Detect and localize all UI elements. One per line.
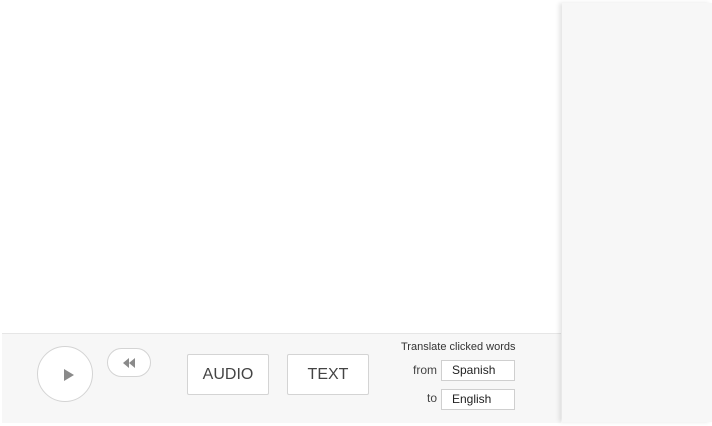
- from-label: from: [413, 363, 437, 377]
- audio-button[interactable]: AUDIO: [187, 354, 269, 395]
- content-area: [0, 0, 561, 333]
- translate-title: Translate clicked words: [401, 341, 516, 353]
- play-button[interactable]: [37, 346, 93, 402]
- to-label: to: [426, 391, 437, 405]
- text-button[interactable]: TEXT: [287, 354, 369, 395]
- side-panel: [562, 3, 712, 422]
- to-language-select[interactable]: English: [441, 389, 515, 410]
- from-language-select[interactable]: Spanish: [441, 360, 515, 381]
- rewind-icon: [123, 358, 135, 368]
- rewind-button[interactable]: [107, 348, 151, 377]
- reader-page: AUDIO TEXT Translate clicked words from …: [0, 0, 712, 426]
- main-panel: AUDIO TEXT Translate clicked words from …: [0, 0, 561, 423]
- player-control-bar: AUDIO TEXT Translate clicked words from …: [2, 333, 561, 423]
- play-icon: [64, 369, 74, 381]
